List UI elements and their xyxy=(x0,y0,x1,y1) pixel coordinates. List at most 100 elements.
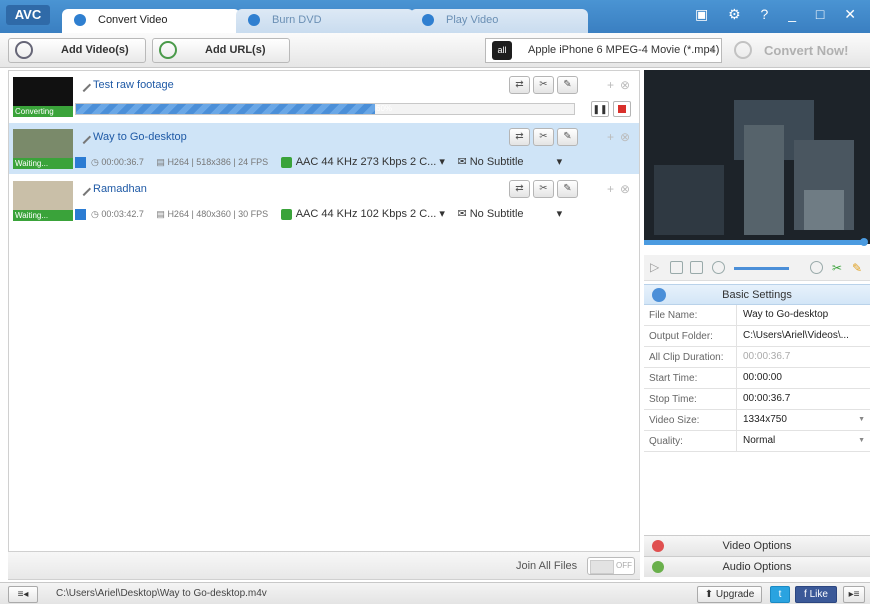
video-options-button[interactable]: Video Options xyxy=(644,535,870,556)
audio-icon xyxy=(280,208,292,220)
toolbar: Add Video(s) Add URL(s) all Apple iPhone… xyxy=(0,33,870,68)
start-time-field[interactable]: 00:00:00 xyxy=(736,368,870,388)
subtitle-select[interactable]: ✉ No Subtitle ▾ xyxy=(457,207,562,220)
video-options-label: Video Options xyxy=(722,540,792,552)
file-name[interactable]: Test raw footage xyxy=(93,79,174,91)
stop-button[interactable] xyxy=(613,101,631,117)
audio-options-button[interactable]: Audio Options xyxy=(644,556,870,577)
output-folder-field[interactable]: C:\Users\Ariel\Videos\... xyxy=(736,326,870,346)
seek-handle[interactable] xyxy=(860,238,868,246)
convert-now-button[interactable]: Convert Now! xyxy=(724,38,867,63)
basic-settings-header[interactable]: Basic Settings xyxy=(644,284,870,305)
cut-icon[interactable]: ✂ xyxy=(533,76,554,94)
tab-convert-video[interactable]: Convert Video xyxy=(62,9,240,33)
audio-icon xyxy=(280,156,292,168)
checkbox[interactable] xyxy=(75,157,86,169)
add-videos-button[interactable]: Add Video(s) xyxy=(8,38,146,63)
app-logo: AVC xyxy=(6,5,50,25)
preview-frame xyxy=(644,70,870,244)
video-info: H264 | 480x360 | 30 FPS xyxy=(167,209,269,219)
stop-icon xyxy=(618,105,626,113)
audio-track[interactable]: AAC 44 KHz 102 Kbps 2 C... ▾ xyxy=(280,207,445,220)
video-thumbnail: Converting xyxy=(13,77,73,117)
volume-icon[interactable] xyxy=(712,261,725,274)
convert-settings-icon[interactable]: ⇄ xyxy=(509,180,530,198)
cut-icon[interactable]: ✂ xyxy=(533,128,554,146)
player-controls: ▷ ✂ ✎ xyxy=(644,255,870,281)
output-profile-select[interactable]: all Apple iPhone 6 MPEG-4 Movie (*.mp4) … xyxy=(485,38,722,63)
effects-icon[interactable]: ✎ xyxy=(852,261,865,275)
list-item[interactable]: Converting Test raw footage ⇄ ✂ ✎ +⊗ 60% ❚… xyxy=(9,71,639,122)
cut-icon[interactable]: ✂ xyxy=(832,261,845,275)
audio-track[interactable]: AAC 44 KHz 273 Kbps 2 C... ▾ xyxy=(280,155,445,168)
file-name[interactable]: Way to Go-desktop xyxy=(93,131,187,143)
setting-key: Start Time: xyxy=(649,373,698,384)
info-icon[interactable] xyxy=(810,261,823,274)
add-remove-icons[interactable]: +⊗ xyxy=(607,182,636,196)
window-controls[interactable]: ▣ ⚙ ? _ □ ✕ xyxy=(695,6,864,23)
audio-options-label: Audio Options xyxy=(722,561,792,573)
file-info: ◷ 00:00:36.7 ▤ H264 | 518x386 | 24 FPS A… xyxy=(75,155,572,169)
rename-icon[interactable] xyxy=(76,181,92,197)
effects-icon[interactable]: ✎ xyxy=(557,76,578,94)
setting-key: Video Size: xyxy=(649,415,700,426)
upgrade-button[interactable]: ⬆ Upgrade xyxy=(697,586,762,603)
file-name-field[interactable]: Way to Go-desktop xyxy=(736,305,870,325)
setting-row-output-folder: Output Folder: C:\Users\Ariel\Videos\... xyxy=(644,326,870,347)
volume-slider[interactable] xyxy=(734,267,789,270)
quality-select[interactable]: Normal xyxy=(736,431,870,451)
subtitle-select[interactable]: ✉ No Subtitle ▾ xyxy=(457,155,562,168)
setting-row-start-time: Start Time: 00:00:00 xyxy=(644,368,870,389)
effects-icon[interactable]: ✎ xyxy=(557,180,578,198)
status-badge: Waiting... xyxy=(13,210,73,221)
camera-icon[interactable] xyxy=(690,261,703,274)
pause-button[interactable]: ❚❚ xyxy=(591,101,609,117)
play-icon[interactable]: ▷ xyxy=(650,261,663,274)
add-url-button[interactable]: Add URL(s) xyxy=(152,38,290,63)
status-bar: ≡◂ C:\Users\Ariel\Desktop\Way to Go-desk… xyxy=(0,582,870,604)
tab-burn-dvd[interactable]: Burn DVD xyxy=(236,9,414,33)
disc-icon xyxy=(248,14,260,26)
convert-settings-icon[interactable]: ⇄ xyxy=(509,128,530,146)
convert-now-label: Convert Now! xyxy=(764,43,849,58)
file-info: ◷ 00:03:42.7 ▤ H264 | 480x360 | 30 FPS A… xyxy=(75,207,572,221)
add-remove-icons[interactable]: +⊗ xyxy=(607,130,636,144)
video-thumbnail: Waiting... xyxy=(13,129,73,169)
setting-key: Stop Time: xyxy=(649,394,697,405)
item-actions: ⇄ ✂ ✎ xyxy=(509,76,581,94)
chevron-down-icon: ▾ xyxy=(556,208,563,220)
facebook-like-button[interactable]: f Like xyxy=(795,586,837,603)
like-label: Like xyxy=(809,589,828,600)
duration-value: 00:00:36.7 xyxy=(736,347,870,367)
rename-icon[interactable] xyxy=(76,129,92,145)
tab-play-video[interactable]: Play Video xyxy=(410,9,588,33)
rename-icon[interactable] xyxy=(76,77,92,93)
snapshot-icon[interactable] xyxy=(670,261,683,274)
progress-label: 60% xyxy=(376,104,393,113)
add-remove-icons[interactable]: +⊗ xyxy=(607,78,636,92)
join-toggle[interactable]: OFF xyxy=(587,557,635,575)
chevron-down-icon: ▼ xyxy=(708,46,716,55)
list-item[interactable]: Waiting... Way to Go-desktop ⇄ ✂ ✎ +⊗ ◷ 00… xyxy=(9,123,639,174)
log-icon[interactable]: ≡◂ xyxy=(8,586,38,603)
stop-time-field[interactable]: 00:00:36.7 xyxy=(736,389,870,409)
seek-bar[interactable] xyxy=(644,240,866,245)
video-preview xyxy=(644,70,870,244)
setting-row-stop-time: Stop Time: 00:00:36.7 xyxy=(644,389,870,410)
profile-icon: all xyxy=(492,41,512,60)
output-path: C:\Users\Ariel\Desktop\Way to Go-desktop… xyxy=(56,588,267,599)
file-name[interactable]: Ramadhan xyxy=(93,183,147,195)
setting-key: Output Folder: xyxy=(649,331,713,342)
effects-icon[interactable]: ✎ xyxy=(557,128,578,146)
setting-row-file-name: File Name: Way to Go-desktop xyxy=(644,305,870,326)
twitter-icon[interactable]: t xyxy=(770,586,790,603)
item-actions: ⇄ ✂ ✎ xyxy=(509,180,581,198)
chevron-down-icon: ▾ xyxy=(556,156,563,168)
toggle-panel-icon[interactable]: ▸≡ xyxy=(843,586,865,603)
cut-icon[interactable]: ✂ xyxy=(533,180,554,198)
checkbox[interactable] xyxy=(75,209,86,221)
list-item[interactable]: Waiting... Ramadhan ⇄ ✂ ✎ +⊗ ◷ 00:03:42.7 … xyxy=(9,175,639,226)
clock-icon: ◷ 00:03:42.7 xyxy=(91,209,144,219)
convert-settings-icon[interactable]: ⇄ xyxy=(509,76,530,94)
video-size-select[interactable]: 1334x750 xyxy=(736,410,870,430)
